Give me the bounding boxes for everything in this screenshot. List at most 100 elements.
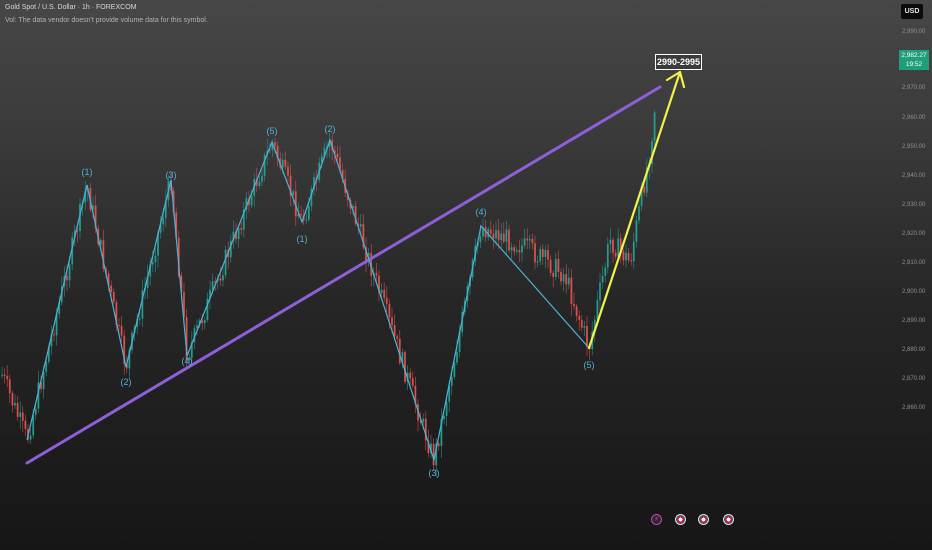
candle-body [554, 258, 557, 277]
candle-body [505, 229, 508, 242]
candle-body [8, 379, 11, 394]
candle-body [222, 275, 224, 281]
candle-body [523, 238, 526, 246]
wave-label: (1) [296, 234, 308, 244]
last-price-tag: 2,982.27 19:52 [899, 50, 929, 70]
candle-body [456, 351, 458, 363]
price-tick: 2,960.00 [902, 115, 926, 121]
candle-body [510, 247, 513, 251]
candle-body [513, 247, 516, 252]
candle-body [118, 324, 120, 326]
candle-body [219, 278, 222, 281]
candle-body [518, 250, 521, 253]
candle-body [604, 267, 607, 276]
candle-body [203, 319, 206, 324]
candle-body [151, 261, 154, 265]
candle-body [224, 249, 227, 276]
candle-body [29, 435, 32, 440]
candle-body [541, 249, 544, 257]
candle-body [432, 443, 435, 466]
candle-body [120, 325, 123, 336]
candle-body [422, 418, 425, 423]
candle-body [411, 378, 414, 386]
candle-body [549, 259, 552, 273]
last-price-value: 2,982.27 [901, 52, 927, 59]
candle-body [479, 236, 482, 243]
trendline[interactable] [25, 85, 662, 465]
candle-body [6, 376, 9, 380]
price-tick: 2,910.00 [902, 260, 926, 266]
candle-body [284, 159, 287, 167]
bar-countdown: 19:52 [905, 61, 923, 68]
candle-body [526, 238, 529, 241]
candle-body [112, 292, 115, 303]
price-tick: 2,970.00 [902, 85, 926, 91]
candle-body [570, 277, 573, 304]
candle-body [68, 264, 71, 281]
us-flag-icon[interactable] [723, 514, 734, 525]
candle-body [391, 317, 393, 326]
candle-body [258, 181, 261, 186]
candle-body [560, 272, 562, 282]
candle-body [53, 334, 55, 336]
candle-body [500, 233, 503, 241]
candle-body [635, 220, 638, 242]
candle-body [565, 274, 568, 285]
projection-arrow[interactable] [587, 70, 686, 350]
candle-body [573, 303, 575, 307]
candle-body [393, 325, 396, 337]
target-label[interactable]: 2990-2995 [655, 54, 702, 70]
candle-body [445, 401, 448, 416]
wave-label: (2) [120, 377, 132, 387]
candle-body [292, 191, 295, 196]
price-tick: 2,860.00 [902, 405, 926, 411]
candle-body [359, 224, 362, 227]
candle-body [261, 175, 263, 182]
candle-body [383, 289, 386, 298]
candle-body [19, 412, 22, 417]
candle-body [638, 206, 640, 221]
wave-label: (3) [165, 170, 177, 180]
candle-body [388, 303, 391, 318]
candle-body [630, 260, 633, 262]
wave-label: (2) [324, 124, 336, 134]
price-chart[interactable] [0, 0, 932, 550]
candle-body [580, 319, 583, 328]
price-tick: 2,870.00 [902, 376, 926, 382]
candle-body [578, 315, 581, 320]
price-tick: 2,920.00 [902, 231, 926, 237]
candle-body [287, 166, 289, 176]
candle-body [552, 272, 555, 277]
wave-label: (3) [428, 468, 440, 478]
currency-button[interactable]: USD [901, 4, 923, 19]
candle-body [539, 249, 542, 262]
price-tick: 2,950.00 [902, 144, 926, 150]
candle-body [110, 285, 113, 293]
candle-body [437, 443, 440, 447]
candle-body [21, 412, 24, 421]
candle-body [567, 277, 570, 285]
candle-body [627, 252, 630, 261]
candle-body [632, 241, 635, 262]
price-tick: 2,880.00 [902, 347, 926, 353]
candle-body [508, 229, 510, 251]
price-tick: 2,890.00 [902, 318, 926, 324]
candle-body [653, 112, 656, 142]
us-flag-icon[interactable] [675, 514, 686, 525]
symbol-title[interactable]: Gold Spot / U.S. Dollar · 1h · FOREXCOM [5, 4, 136, 11]
candle-body [583, 326, 586, 328]
wave-label: (5) [266, 126, 278, 136]
candle-body [34, 408, 37, 415]
candle-body [154, 255, 157, 262]
candle-body [557, 258, 560, 273]
flash-event-icon[interactable]: ⚡ [651, 514, 662, 525]
candle-body [396, 336, 399, 339]
candle-body [534, 243, 536, 263]
candle-body [336, 153, 339, 158]
candle-body [515, 250, 518, 252]
candle-body [544, 250, 547, 257]
us-flag-icon[interactable] [698, 514, 709, 525]
candle-body [492, 233, 495, 239]
candle-body [453, 362, 456, 377]
candle-body [625, 252, 627, 261]
